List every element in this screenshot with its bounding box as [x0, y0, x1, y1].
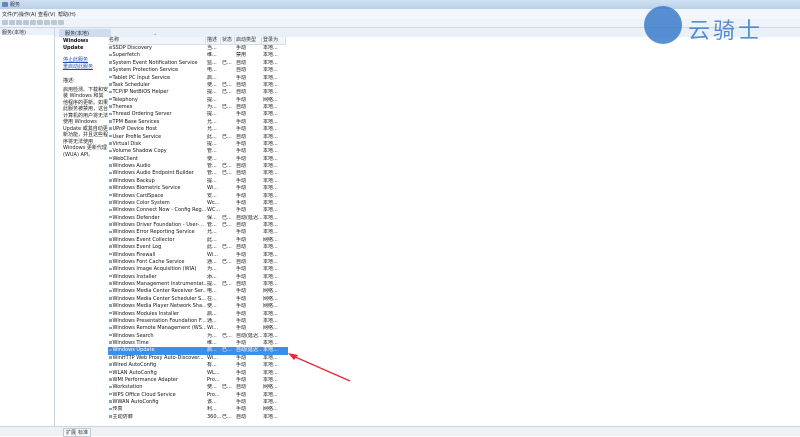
arrow-shaft [292, 355, 351, 382]
rider-logo-icon [644, 6, 682, 44]
arrow-head [288, 353, 298, 360]
annotation-arrow [288, 353, 351, 382]
watermark-logo: 云骑士 [644, 6, 794, 46]
watermark-text: 云骑士 [688, 19, 764, 44]
